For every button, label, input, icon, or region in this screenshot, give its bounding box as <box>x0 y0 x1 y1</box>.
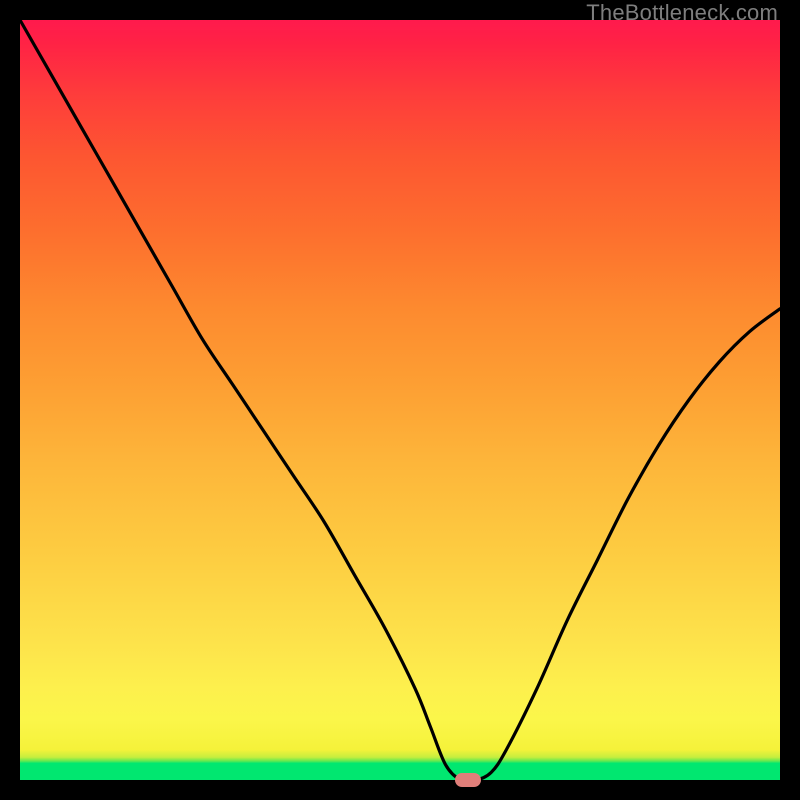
minimum-marker <box>455 773 481 787</box>
bottleneck-curve <box>20 20 780 780</box>
watermark-text: TheBottleneck.com <box>586 0 778 26</box>
chart-frame: TheBottleneck.com <box>0 0 800 800</box>
